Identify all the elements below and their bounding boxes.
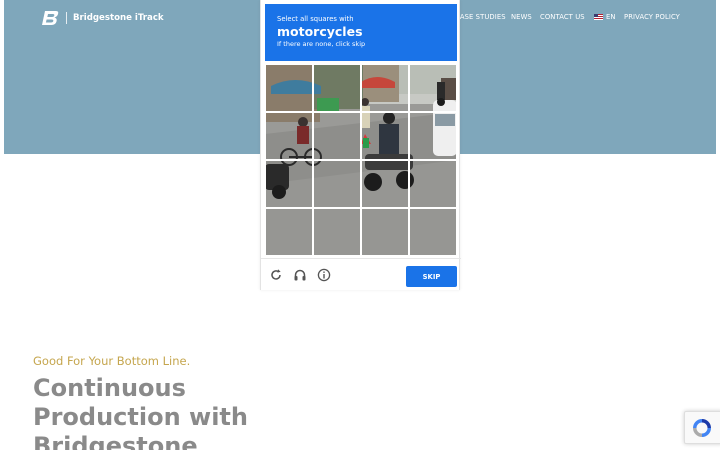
recaptcha-badge[interactable] [684, 411, 720, 444]
captcha-tile[interactable] [313, 112, 361, 160]
captcha-image-grid [265, 64, 457, 256]
info-icon[interactable] [317, 268, 331, 282]
captcha-tile[interactable] [313, 64, 361, 112]
captcha-tile[interactable] [265, 64, 313, 112]
nav-case-studies[interactable]: CASE STUDIES [455, 13, 506, 21]
captcha-instruction: Select all squares with [277, 15, 354, 23]
nav-contact-us[interactable]: CONTACT US [540, 13, 585, 21]
recaptcha-icon [693, 418, 711, 437]
language-label: EN [606, 13, 616, 21]
nav-news[interactable]: NEWS [511, 13, 532, 21]
section-headline: Continuous Production with Bridgestone [33, 374, 248, 450]
captcha-target-object: motorcycles [277, 24, 363, 39]
captcha-tile[interactable] [361, 64, 409, 112]
captcha-tile[interactable] [409, 208, 457, 256]
logo-divider [66, 12, 67, 24]
bridgestone-logo-icon [42, 11, 59, 25]
brand-logo[interactable]: Bridgestone iTrack [42, 10, 164, 26]
nav-privacy-policy[interactable]: PRIVACY POLICY [624, 13, 680, 21]
captcha-footer: SKIP [261, 258, 461, 290]
captcha-tile[interactable] [265, 208, 313, 256]
section-tagline: Good For Your Bottom Line. [33, 354, 191, 368]
captcha-tile[interactable] [313, 208, 361, 256]
captcha-tile[interactable] [361, 160, 409, 208]
reload-icon[interactable] [269, 268, 283, 282]
captcha-dialog: Select all squares with motorcycles If t… [260, 0, 461, 290]
captcha-tile[interactable] [361, 208, 409, 256]
captcha-tile[interactable] [313, 160, 361, 208]
captcha-tile[interactable] [361, 112, 409, 160]
captcha-header: Select all squares with motorcycles If t… [265, 4, 457, 61]
captcha-tile[interactable] [409, 112, 457, 160]
captcha-tile[interactable] [409, 160, 457, 208]
captcha-tile[interactable] [409, 64, 457, 112]
captcha-hint: If there are none, click skip [277, 40, 366, 48]
us-flag-icon [594, 14, 603, 20]
headphones-icon[interactable] [293, 268, 307, 282]
captcha-tile[interactable] [265, 112, 313, 160]
skip-button[interactable]: SKIP [406, 266, 457, 287]
captcha-tile[interactable] [265, 160, 313, 208]
brand-name: Bridgestone iTrack [73, 13, 164, 23]
language-selector[interactable]: EN [594, 13, 616, 21]
